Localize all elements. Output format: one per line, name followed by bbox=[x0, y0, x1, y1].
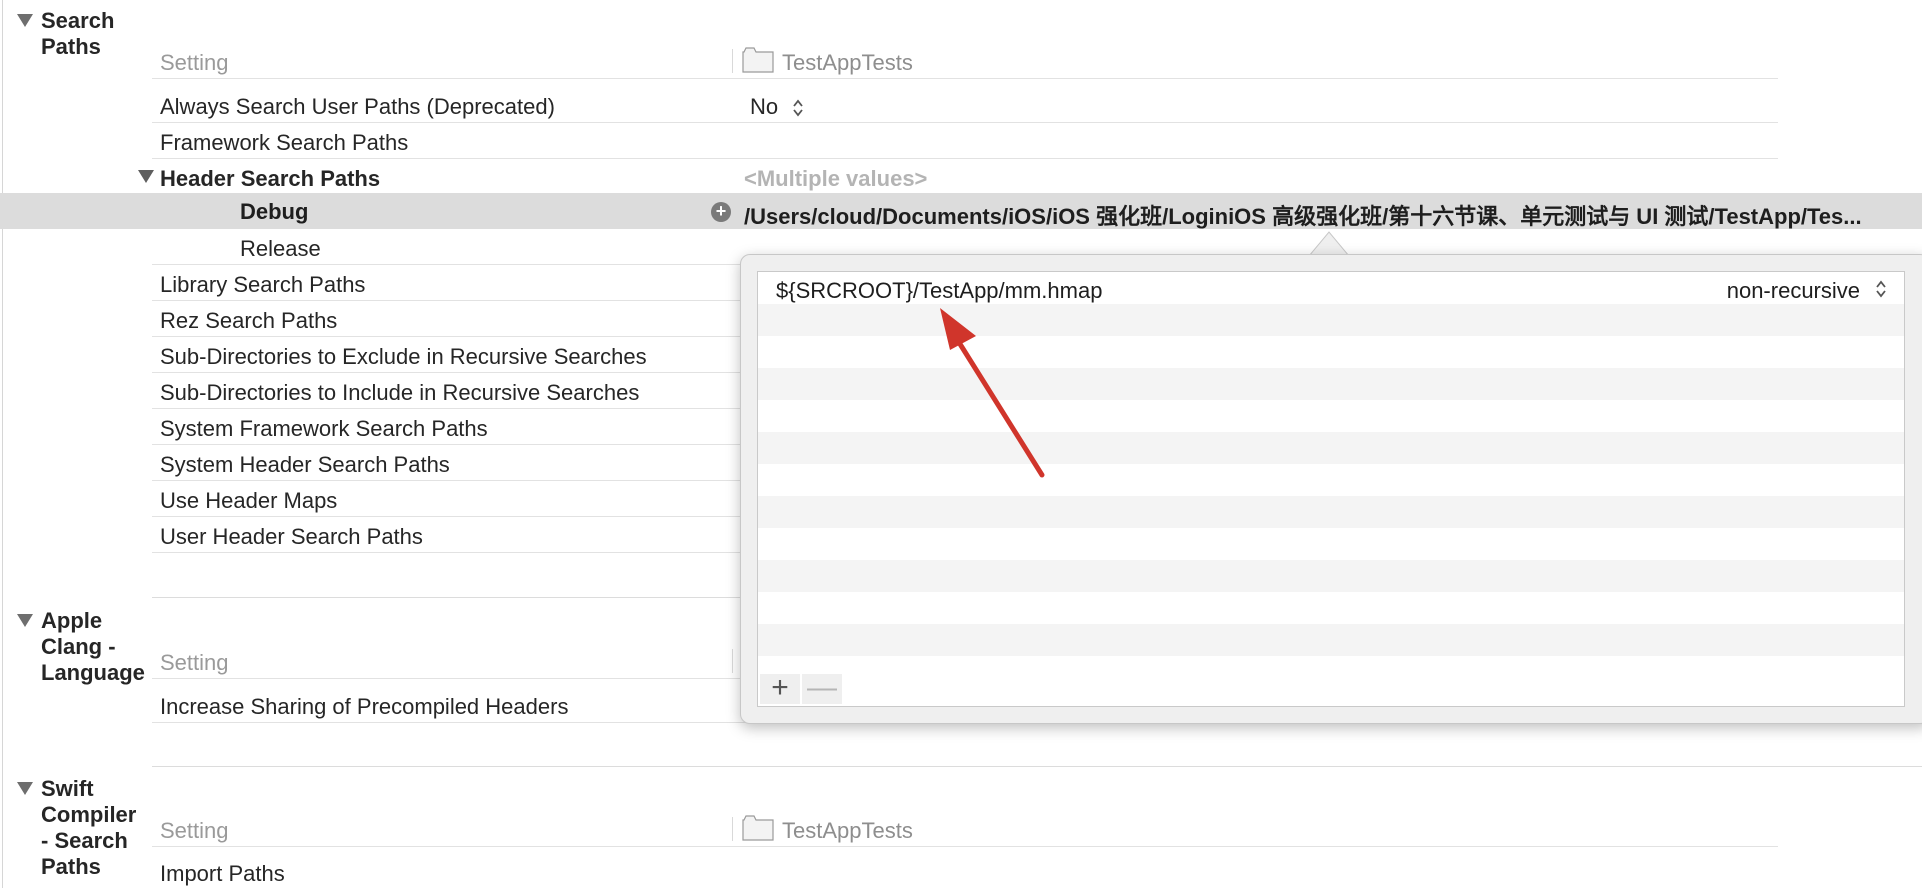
target-column-header: TestAppTests bbox=[782, 50, 913, 75]
setting-name: Header Search Paths bbox=[160, 166, 381, 191]
setting-row-header-search-paths[interactable]: Header Search Paths <Multiple values> bbox=[138, 159, 1778, 193]
setting-name: User Header Search Paths bbox=[160, 524, 423, 549]
disclosure-triangle-icon[interactable] bbox=[17, 614, 33, 627]
popover-pointer bbox=[1309, 231, 1349, 256]
add-path-button[interactable]: + bbox=[760, 673, 800, 704]
setting-name: Library Search Paths bbox=[160, 272, 366, 297]
column-header-row: Setting TestAppTests bbox=[152, 811, 1778, 847]
setting-row-import-paths[interactable]: Import Paths bbox=[152, 854, 1778, 888]
setting-value-popup[interactable]: No bbox=[750, 94, 804, 120]
section-title: Swift Compiler - Search Paths bbox=[41, 776, 137, 879]
column-header-row: Setting TestAppTests bbox=[152, 43, 1778, 79]
target-folder-icon bbox=[742, 815, 774, 841]
setting-name: System Header Search Paths bbox=[160, 452, 450, 477]
disclosure-triangle-icon[interactable] bbox=[17, 14, 33, 27]
empty-list-row bbox=[758, 528, 1904, 560]
add-condition-icon[interactable]: + bbox=[711, 202, 731, 222]
setting-name: System Framework Search Paths bbox=[160, 416, 488, 441]
setting-name: Rez Search Paths bbox=[160, 308, 338, 333]
target-column-header: TestAppTests bbox=[782, 818, 913, 843]
setting-row-debug-selected[interactable]: Debug + /Users/cloud/Documents/iOS/iOS 强… bbox=[0, 193, 1922, 229]
setting-column-header: Setting bbox=[160, 650, 229, 675]
disclosure-triangle-icon[interactable] bbox=[138, 170, 154, 183]
updown-chevron-icon bbox=[793, 99, 803, 117]
updown-chevron-icon[interactable] bbox=[1874, 278, 1888, 300]
setting-value: No bbox=[750, 94, 779, 119]
annotation-arrow-icon bbox=[940, 308, 1045, 478]
column-divider bbox=[732, 49, 733, 73]
setting-name: Use Header Maps bbox=[160, 488, 338, 513]
empty-list-row bbox=[758, 560, 1904, 592]
left-border bbox=[2, 0, 3, 888]
recursion-mode-popup[interactable]: non-recursive bbox=[1727, 278, 1860, 304]
setting-value[interactable]: /Users/cloud/Documents/iOS/iOS 强化班/Login… bbox=[744, 199, 1914, 231]
setting-name: Increase Sharing of Precompiled Headers bbox=[160, 694, 569, 719]
remove-path-button[interactable]: — bbox=[802, 673, 842, 704]
setting-row-framework-search-paths[interactable]: Framework Search Paths bbox=[152, 123, 1778, 159]
section-title: Apple Clang - Language bbox=[41, 608, 145, 685]
empty-list-row bbox=[758, 624, 1904, 656]
section-divider bbox=[152, 766, 1922, 767]
setting-name: Framework Search Paths bbox=[160, 130, 409, 155]
target-folder-icon bbox=[742, 47, 774, 73]
setting-name: Sub-Directories to Include in Recursive … bbox=[160, 380, 640, 405]
setting-row-always-search-user-paths[interactable]: Always Search User Paths (Deprecated) No bbox=[152, 87, 1778, 123]
section-title: Search Paths bbox=[41, 8, 115, 59]
setting-name: Import Paths bbox=[160, 861, 285, 886]
setting-name: Debug bbox=[240, 199, 309, 224]
setting-column-header: Setting bbox=[160, 818, 229, 843]
list-toolbar: + — bbox=[758, 670, 1904, 706]
column-divider bbox=[732, 817, 733, 841]
setting-value: <Multiple values> bbox=[744, 166, 928, 191]
setting-name: Sub-Directories to Exclude in Recursive … bbox=[160, 344, 647, 369]
setting-name: Always Search User Paths (Deprecated) bbox=[160, 94, 555, 119]
empty-list-row bbox=[758, 496, 1904, 528]
setting-name: Release bbox=[240, 236, 321, 261]
setting-column-header: Setting bbox=[160, 50, 229, 75]
column-divider bbox=[732, 649, 733, 673]
disclosure-triangle-icon[interactable] bbox=[17, 782, 33, 795]
empty-list-row bbox=[758, 592, 1904, 624]
header-search-paths-popover[interactable]: ${SRCROOT}/TestApp/mm.hmap non-recursive… bbox=[740, 254, 1922, 724]
